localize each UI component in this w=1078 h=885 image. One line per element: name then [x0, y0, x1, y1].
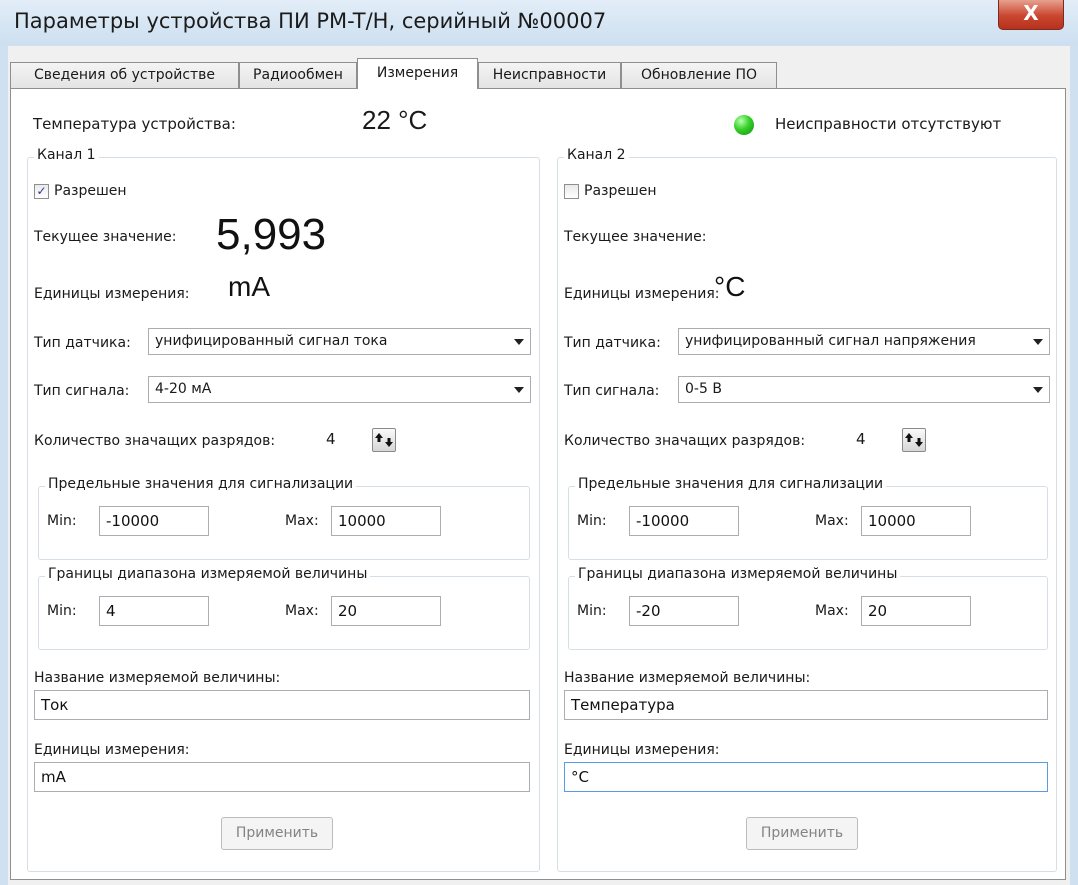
- channel-2-range-min-label: Min:: [577, 603, 607, 619]
- channel-1-range-title: Границы диапазона измеряемой величины: [45, 566, 371, 582]
- channel-2-apply-button[interactable]: Применить: [746, 817, 858, 850]
- channel-2-units-field-label: Единицы измерения:: [564, 742, 720, 758]
- channel-2-units-input[interactable]: °C: [564, 762, 1048, 792]
- channel-1-alarm-min-input[interactable]: -10000: [99, 506, 209, 536]
- measurements-panel: Температура устройства: 22 °C Неисправно…: [10, 88, 1066, 880]
- channel-2-units-label: Единицы измерения:: [564, 286, 720, 302]
- channel-1-sensor-type-select[interactable]: унифицированный сигнал тока: [148, 328, 531, 355]
- channel-2-name-input[interactable]: Температура: [564, 690, 1048, 720]
- channel-1-group: Канал 1 ✓ Разрешен Текущее значение: 5,9…: [27, 147, 540, 872]
- channel-1-alarm-max-label: Max:: [285, 513, 319, 529]
- tab-faults[interactable]: Неисправности: [478, 62, 621, 89]
- chevron-down-icon: [514, 339, 524, 345]
- channel-1-signal-type-label: Тип сигнала:: [34, 383, 130, 399]
- close-button[interactable]: X: [998, 0, 1064, 30]
- channel-2-current-label: Текущее значение:: [564, 229, 707, 245]
- channel-1-digits-label: Количество значащих разрядов:: [34, 433, 276, 449]
- channel-2-range-min-input[interactable]: -20: [629, 596, 739, 626]
- channel-1-range-group: Границы диапазона измеряемой величины Mi…: [38, 566, 530, 650]
- tab-radio-exchange[interactable]: Радиообмен: [239, 62, 357, 89]
- app-window: Параметры устройства ПИ PM-T/H, серийный…: [0, 0, 1078, 885]
- channel-2-range-group: Границы диапазона измеряемой величины Mi…: [568, 566, 1048, 650]
- channel-1-units-value: mA: [228, 271, 270, 302]
- channel-1-units-label: Единицы измерения:: [34, 286, 190, 302]
- channel-2-name-label: Название измеряемой величины:: [564, 670, 811, 686]
- channel-2-title: Канал 2: [564, 147, 629, 163]
- channel-2-sensor-type-value: унифицированный сигнал напряжения: [685, 333, 976, 349]
- channel-1-units-input[interactable]: mA: [34, 762, 530, 792]
- channel-2-units-value: °C: [714, 271, 746, 302]
- channel-2-alarm-max-input[interactable]: 10000: [861, 506, 971, 536]
- tab-measurements[interactable]: Измерения: [357, 58, 478, 89]
- channel-1-range-max-label: Max:: [285, 603, 319, 619]
- channel-1-signal-type-value: 4-20 мА: [155, 381, 212, 397]
- window-title: Параметры устройства ПИ PM-T/H, серийный…: [14, 9, 607, 33]
- channel-1-range-min-label: Min:: [47, 603, 77, 619]
- chevron-down-icon: [1033, 339, 1043, 345]
- channel-2-range-title: Границы диапазона измеряемой величины: [575, 566, 901, 582]
- channel-2-alarm-limits-group: Предельные значения для сигнализации Min…: [568, 476, 1048, 560]
- channel-1-title: Канал 1: [34, 147, 99, 163]
- channel-1-range-max-input[interactable]: 20: [331, 596, 441, 626]
- channel-2-alarm-min-input[interactable]: -10000: [629, 506, 739, 536]
- channel-2-signal-type-label: Тип сигнала:: [564, 383, 660, 399]
- channel-1-name-input[interactable]: Ток: [34, 690, 530, 720]
- channel-2-alarm-limits-title: Предельные значения для сигнализации: [575, 476, 887, 492]
- channel-1-current-label: Текущее значение:: [34, 229, 177, 245]
- channel-2-range-max-label: Max:: [815, 603, 849, 619]
- device-temperature-label: Температура устройства:: [33, 115, 236, 133]
- channel-2-digits-label: Количество значащих разрядов:: [564, 433, 806, 449]
- status-text: Неисправности отсутствуют: [775, 115, 1002, 133]
- status-led-icon: [734, 115, 754, 135]
- channel-1-enabled-label: Разрешен: [54, 183, 127, 199]
- channel-1-alarm-limits-title: Предельные значения для сигнализации: [45, 476, 357, 492]
- channel-1-sensor-type-label: Тип датчика:: [34, 335, 131, 351]
- spin-arrows-icon: [905, 433, 923, 447]
- channel-2-alarm-max-label: Max:: [815, 513, 849, 529]
- title-bar[interactable]: Параметры устройства ПИ PM-T/H, серийный…: [0, 0, 1078, 46]
- device-temperature-value: 22 °C: [362, 105, 428, 135]
- channel-2-alarm-min-label: Min:: [577, 513, 607, 529]
- channel-1-digits-spin-button[interactable]: [372, 428, 396, 452]
- tab-strip: Сведения об устройстве Радиообмен Измере…: [8, 58, 1070, 89]
- channel-1-range-min-input[interactable]: 4: [99, 596, 209, 626]
- channel-1-name-label: Название измеряемой величины:: [34, 670, 281, 686]
- channel-1-current-value: 5,993: [216, 210, 327, 259]
- channel-2-enabled-label: Разрешен: [584, 183, 657, 199]
- channel-1-signal-type-select[interactable]: 4-20 мА: [148, 376, 531, 403]
- channel-1-enabled-checkbox[interactable]: ✓: [34, 184, 49, 199]
- channel-1-units-field-label: Единицы измерения:: [34, 742, 190, 758]
- channel-1-alarm-max-input[interactable]: 10000: [331, 506, 441, 536]
- channel-2-range-max-input[interactable]: 20: [861, 596, 971, 626]
- channel-2-digits-value[interactable]: 4: [856, 430, 866, 448]
- channel-1-digits-value[interactable]: 4: [326, 430, 336, 448]
- channel-2-signal-type-value: 0-5 В: [685, 381, 722, 397]
- channel-1-alarm-min-label: Min:: [47, 513, 77, 529]
- tab-firmware-update[interactable]: Обновление ПО: [621, 62, 777, 89]
- spin-arrows-icon: [375, 433, 393, 447]
- channel-1-alarm-limits-group: Предельные значения для сигнализации Min…: [38, 476, 530, 560]
- window-client: Сведения об устройстве Радиообмен Измере…: [8, 46, 1070, 885]
- channel-2-enabled-checkbox[interactable]: [564, 184, 579, 199]
- channel-2-sensor-type-label: Тип датчика:: [564, 335, 661, 351]
- channel-2-signal-type-select[interactable]: 0-5 В: [678, 376, 1050, 403]
- tab-device-info[interactable]: Сведения об устройстве: [10, 62, 239, 89]
- channel-2-sensor-type-select[interactable]: унифицированный сигнал напряжения: [678, 328, 1050, 355]
- chevron-down-icon: [514, 387, 524, 393]
- channel-1-apply-button[interactable]: Применить: [221, 817, 333, 850]
- channel-2-digits-spin-button[interactable]: [902, 428, 926, 452]
- channel-2-group: Канал 2 Разрешен Текущее значение: Едини…: [557, 147, 1057, 872]
- channel-1-sensor-type-value: унифицированный сигнал тока: [155, 333, 388, 349]
- chevron-down-icon: [1033, 387, 1043, 393]
